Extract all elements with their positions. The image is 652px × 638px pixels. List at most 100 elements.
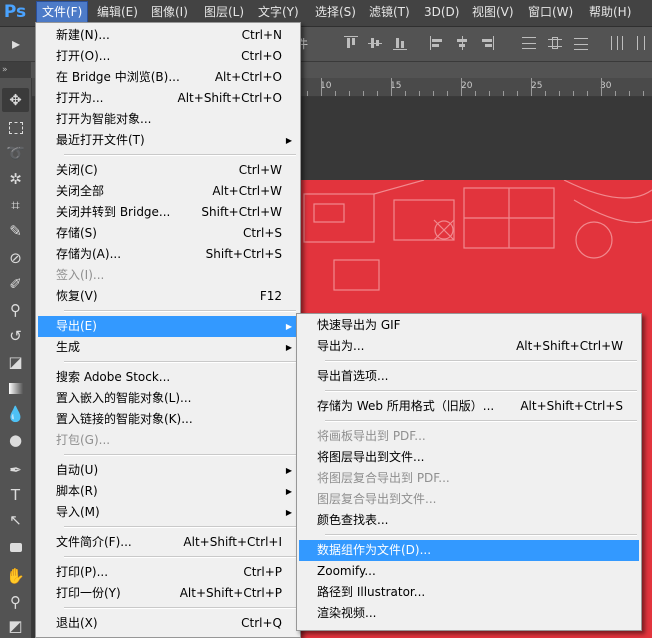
marquee-tool-icon[interactable] bbox=[2, 115, 29, 139]
menu-item-在-bridge-中浏览[interactable]: 在 Bridge 中浏览(B)... Alt+Ctrl+O bbox=[38, 67, 298, 88]
menu-item-导出[interactable]: 导出(E) ▶ bbox=[38, 316, 298, 337]
ruler-tick bbox=[559, 91, 560, 96]
menu-item-导入[interactable]: 导入(M) ▶ bbox=[38, 502, 298, 523]
menu-item-zoomify[interactable]: Zoomify... bbox=[299, 561, 639, 582]
menu-view[interactable]: 视图(V) bbox=[467, 2, 519, 22]
distribute-bottom-icon[interactable] bbox=[574, 36, 588, 50]
distribute-vcenter-icon[interactable] bbox=[548, 36, 562, 50]
menu-item-打印[interactable]: 打印(P)... Ctrl+P bbox=[38, 562, 298, 583]
ruler-tick bbox=[349, 91, 350, 96]
menu-edit[interactable]: 编辑(E) bbox=[92, 2, 143, 22]
menu-file[interactable]: 文件(F) bbox=[36, 1, 89, 23]
menu-item-快速导出为-gif[interactable]: 快速导出为 GIF bbox=[299, 315, 639, 336]
distribute-hcenter-icon[interactable] bbox=[634, 36, 648, 50]
menu-item-label: 导出为... bbox=[317, 339, 365, 353]
history-brush-tool-icon[interactable]: ↺ bbox=[2, 324, 29, 348]
menu-item-label: 打开为... bbox=[56, 91, 104, 105]
menu-separator bbox=[64, 154, 296, 156]
menu-item-label: 新建(N)... bbox=[56, 28, 110, 42]
align-top-icon[interactable] bbox=[344, 36, 358, 50]
distribute-left-icon[interactable] bbox=[610, 36, 624, 50]
dodge-tool-icon[interactable]: ● bbox=[2, 428, 29, 452]
menu-item-签入: 签入(I)... bbox=[38, 265, 298, 286]
menu-item-存储为[interactable]: 存储为(A)... Shift+Ctrl+S bbox=[38, 244, 298, 265]
align-left-icon[interactable] bbox=[430, 36, 444, 50]
tools-panel-collapse[interactable]: » bbox=[0, 62, 31, 78]
menu-item-路径到-illustrator[interactable]: 路径到 Illustrator... bbox=[299, 582, 639, 603]
menu-item-颜色查找表[interactable]: 颜色查找表... bbox=[299, 510, 639, 531]
menu-item-置入链接的智能对象[interactable]: 置入链接的智能对象(K)... bbox=[38, 409, 298, 430]
tool-preset-icon[interactable]: ▸ bbox=[4, 32, 28, 56]
menu-item-label: 文件简介(F)... bbox=[56, 535, 132, 549]
magic-wand-tool-icon[interactable]: ✲ bbox=[2, 167, 29, 191]
gradient-tool-icon[interactable] bbox=[2, 376, 29, 400]
zoom-tool-icon[interactable]: ⚲ bbox=[2, 590, 29, 614]
menu-layer[interactable]: 图层(L) bbox=[199, 2, 249, 22]
export-submenu: 快速导出为 GIF 导出为... Alt+Shift+Ctrl+W 导出首选项... 存… bbox=[296, 313, 642, 631]
menu-item-存储为-web-所用格式-旧版[interactable]: 存储为 Web 所用格式（旧版）... Alt+Shift+Ctrl+S bbox=[299, 396, 639, 417]
rectangle-tool-icon[interactable] bbox=[2, 535, 29, 559]
blur-tool-icon[interactable]: 💧 bbox=[2, 402, 29, 426]
menu-item-shortcut: Alt+Shift+Ctrl+O bbox=[177, 91, 282, 105]
menu-item-搜索-adobe-stock[interactable]: 搜索 Adobe Stock... bbox=[38, 367, 298, 388]
pen-tool-icon[interactable]: ✒ bbox=[2, 458, 29, 482]
menu-filter[interactable]: 滤镜(T) bbox=[364, 2, 415, 22]
move-tool-icon[interactable]: ✥ bbox=[2, 88, 29, 112]
menu-item-渲染视频[interactable]: 渲染视频... bbox=[299, 603, 639, 624]
align-right-icon[interactable] bbox=[480, 36, 494, 50]
menu-item-shortcut: Ctrl+N bbox=[241, 28, 282, 42]
hand-tool-icon[interactable]: ✋ bbox=[2, 564, 29, 588]
crop-tool-icon[interactable]: ⌗ bbox=[2, 193, 29, 217]
menu-item-导出为[interactable]: 导出为... Alt+Shift+Ctrl+W bbox=[299, 336, 639, 357]
menu-item-最近打开文件[interactable]: 最近打开文件(T) ▶ bbox=[38, 130, 298, 151]
menu-item-关闭[interactable]: 关闭(C) Ctrl+W bbox=[38, 160, 298, 181]
menu-item-label: 脚本(R) bbox=[56, 484, 98, 498]
menu-item-自动[interactable]: 自动(U) ▶ bbox=[38, 460, 298, 481]
ruler-tick bbox=[643, 91, 644, 96]
align-bottom-icon[interactable] bbox=[393, 36, 407, 50]
menu-item-新建[interactable]: 新建(N)... Ctrl+N bbox=[38, 25, 298, 46]
path-selection-tool-icon[interactable]: ↖ bbox=[2, 508, 29, 532]
menu-item-label: 打印(P)... bbox=[56, 565, 109, 579]
align-hcenter-icon[interactable] bbox=[455, 36, 469, 50]
ruler-tick bbox=[517, 91, 518, 96]
menu-item-打印一份[interactable]: 打印一份(Y) Alt+Shift+Ctrl+P bbox=[38, 583, 298, 604]
menu-item-将图层导出到文件[interactable]: 将图层导出到文件... bbox=[299, 447, 639, 468]
lasso-tool-icon[interactable]: ➰ bbox=[2, 141, 29, 165]
menu-item-存储[interactable]: 存储(S) Ctrl+S bbox=[38, 223, 298, 244]
menu-item-label: 导出(E) bbox=[56, 319, 97, 333]
healing-brush-tool-icon[interactable]: ⊘ bbox=[2, 246, 29, 270]
menu-item-导出首选项[interactable]: 导出首选项... bbox=[299, 366, 639, 387]
menu-item-文件简介[interactable]: 文件简介(F)... Alt+Shift+Ctrl+I bbox=[38, 532, 298, 553]
menu-image[interactable]: 图像(I) bbox=[146, 2, 193, 22]
type-tool-icon[interactable]: T bbox=[2, 483, 29, 507]
menu-help[interactable]: 帮助(H) bbox=[584, 2, 636, 22]
menu-item-打开为智能对象[interactable]: 打开为智能对象... bbox=[38, 109, 298, 130]
menu-item-关闭全部[interactable]: 关闭全部 Alt+Ctrl+W bbox=[38, 181, 298, 202]
menu-item-打开为[interactable]: 打开为... Alt+Shift+Ctrl+O bbox=[38, 88, 298, 109]
menu-item-恢复[interactable]: 恢复(V) F12 bbox=[38, 286, 298, 307]
menu-item-置入嵌入的智能对象[interactable]: 置入嵌入的智能对象(L)... bbox=[38, 388, 298, 409]
menu-item-数据组作为文件[interactable]: 数据组作为文件(D)... bbox=[299, 540, 639, 561]
menu-item-脚本[interactable]: 脚本(R) ▶ bbox=[38, 481, 298, 502]
menu-item-打开[interactable]: 打开(O)... Ctrl+O bbox=[38, 46, 298, 67]
align-vcenter-icon[interactable] bbox=[368, 36, 382, 50]
menu-item-label: 打印一份(Y) bbox=[56, 586, 121, 600]
menu-item-退出[interactable]: 退出(X) Ctrl+Q bbox=[38, 613, 298, 634]
menu-item-label: 渲染视频... bbox=[317, 606, 377, 620]
menu-separator bbox=[64, 607, 296, 609]
eraser-tool-icon[interactable]: ◪ bbox=[2, 350, 29, 374]
menu-window[interactable]: 窗口(W) bbox=[523, 2, 578, 22]
clone-stamp-tool-icon[interactable]: ⚲ bbox=[2, 298, 29, 322]
menu-item-关闭并转到-bridge[interactable]: 关闭并转到 Bridge... Shift+Ctrl+W bbox=[38, 202, 298, 223]
distribute-top-icon[interactable] bbox=[522, 36, 536, 50]
ruler-label: 25 bbox=[531, 81, 543, 91]
menu-type[interactable]: 文字(Y) bbox=[253, 2, 304, 22]
menu-3d[interactable]: 3D(D) bbox=[419, 2, 464, 22]
menu-item-label: 将图层复合导出到 PDF... bbox=[317, 471, 450, 485]
brush-tool-icon[interactable]: ✐ bbox=[2, 272, 29, 296]
foreground-background-icon[interactable]: ◩ bbox=[2, 614, 29, 638]
menu-select[interactable]: 选择(S) bbox=[310, 2, 361, 22]
menu-item-生成[interactable]: 生成 ▶ bbox=[38, 337, 298, 358]
eyedropper-tool-icon[interactable]: ✎ bbox=[2, 219, 29, 243]
